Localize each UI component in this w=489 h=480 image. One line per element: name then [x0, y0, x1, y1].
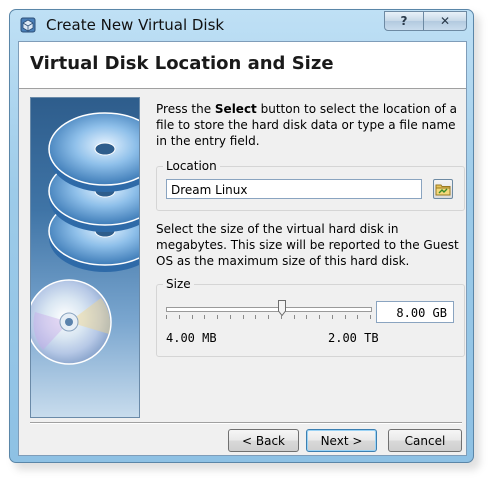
- slider-tick: [243, 315, 244, 319]
- back-button[interactable]: < Back: [228, 429, 299, 452]
- window-title: Create New Virtual Disk: [46, 16, 225, 34]
- cancel-button[interactable]: Cancel: [388, 429, 462, 452]
- close-button[interactable]: ✕: [424, 11, 467, 31]
- size-slider-thumb[interactable]: [278, 300, 286, 316]
- slider-tick: [192, 315, 193, 319]
- location-label: Location: [163, 159, 220, 173]
- slider-tick: [281, 315, 282, 319]
- slider-tick: [306, 315, 307, 319]
- location-input[interactable]: Dream Linux: [166, 179, 422, 199]
- intro-text: Press the Select button to select the lo…: [156, 101, 462, 149]
- slider-tick: [345, 315, 346, 319]
- page-title: Virtual Disk Location and Size: [30, 53, 334, 74]
- size-group: Size 8.00 GB 4.00 MB 2.00 TB: [156, 277, 465, 357]
- wizard-disks-image: [30, 97, 140, 418]
- slider-tick: [370, 315, 371, 319]
- slider-tick: [319, 315, 320, 319]
- slider-tick: [179, 315, 180, 319]
- help-icon: ?: [400, 14, 408, 28]
- slider-tick: [255, 315, 256, 319]
- button-separator: [30, 422, 462, 424]
- dialog-window: Create New Virtual Disk ? ✕ Virtual Disk…: [9, 9, 474, 463]
- location-group: Location Dream Linux: [156, 159, 465, 211]
- slider-tick: [166, 315, 167, 319]
- size-slider-track[interactable]: [166, 307, 372, 312]
- slider-tick: [217, 315, 218, 319]
- size-label: Size: [163, 277, 194, 291]
- dialog-body: Virtual Disk Location and Size Press the…: [18, 41, 467, 456]
- slider-tick: [294, 315, 295, 319]
- size-max-label: 2.00 TB: [328, 331, 379, 345]
- page-header: Virtual Disk Location and Size: [19, 42, 466, 89]
- size-min-label: 4.00 MB: [166, 331, 217, 345]
- slider-tick: [357, 315, 358, 319]
- intro-prefix: Press the: [156, 102, 215, 116]
- size-info-text: Select the size of the virtual hard disk…: [156, 222, 459, 268]
- help-button[interactable]: ?: [384, 11, 424, 31]
- slider-tick: [204, 315, 205, 319]
- slider-tick: [268, 315, 269, 319]
- next-button[interactable]: Next >: [306, 429, 377, 452]
- close-icon: ✕: [439, 14, 451, 28]
- slider-tick: [230, 315, 231, 319]
- title-bar[interactable]: Create New Virtual Disk ? ✕: [10, 10, 473, 40]
- intro-bold: Select: [214, 102, 257, 116]
- size-input[interactable]: 8.00 GB: [376, 301, 454, 323]
- select-file-button[interactable]: [433, 179, 453, 199]
- virtualbox-icon: [20, 17, 36, 33]
- folder-icon: [435, 184, 451, 196]
- slider-tick: [332, 315, 333, 319]
